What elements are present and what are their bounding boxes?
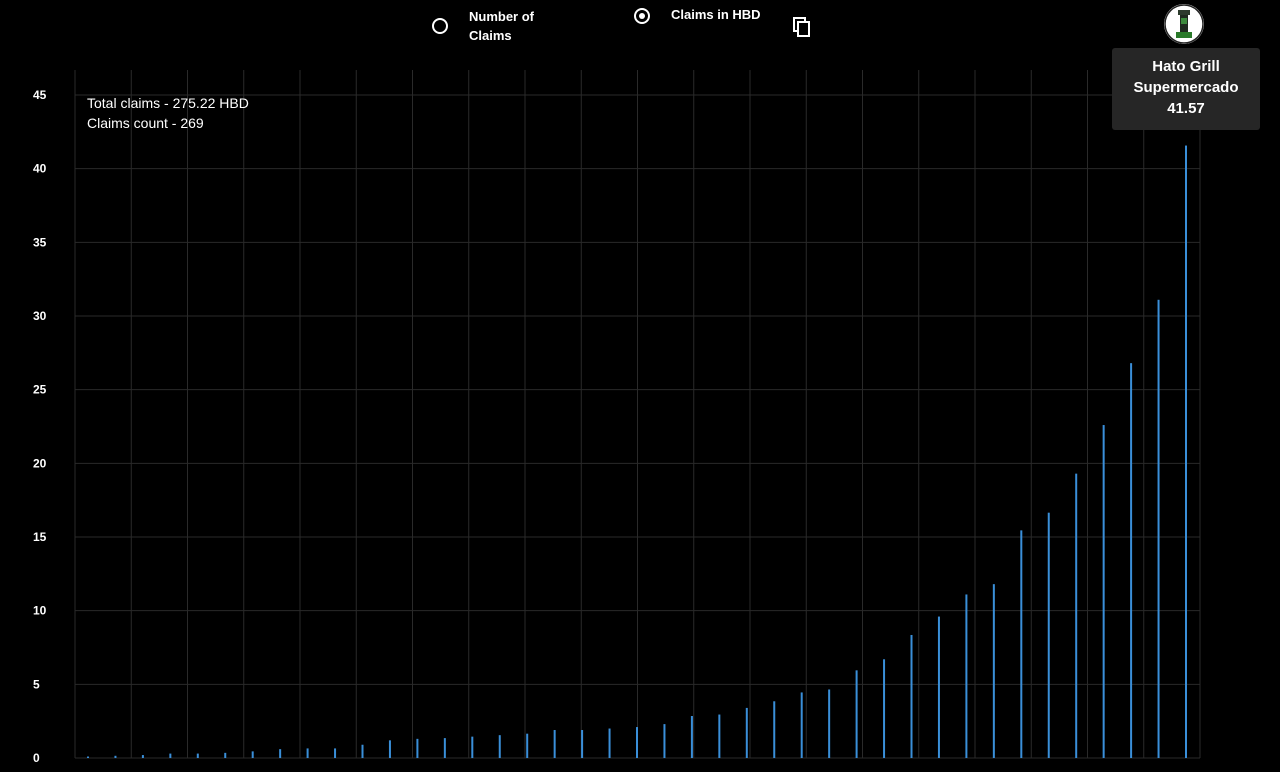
bar[interactable]: [718, 714, 721, 758]
y-tick-label: 25: [33, 383, 47, 397]
bar[interactable]: [581, 730, 584, 758]
bar[interactable]: [224, 752, 227, 758]
bar[interactable]: [636, 727, 638, 758]
bar[interactable]: [279, 749, 282, 758]
number-of-claims-option[interactable]: Number of Claims: [432, 7, 549, 45]
tooltip-value: 41.57: [1167, 100, 1205, 117]
tooltip-name: Hato Grill Supermercado: [1133, 58, 1239, 96]
bar[interactable]: [416, 738, 419, 758]
y-tick-label: 0: [33, 751, 40, 765]
bar[interactable]: [965, 594, 968, 758]
number-of-claims-radio[interactable]: [432, 18, 448, 34]
number-of-claims-label: Number of Claims: [469, 9, 534, 43]
bar[interactable]: [1047, 512, 1050, 758]
total-claims-text: Total claims - 275.22 HBD: [87, 95, 249, 111]
bar[interactable]: [169, 753, 172, 758]
claims-count-text: Claims count - 269: [87, 115, 204, 131]
y-tick-label: 35: [33, 235, 47, 249]
y-tick-label: 5: [33, 677, 40, 691]
bar[interactable]: [1075, 473, 1078, 758]
bar[interactable]: [388, 740, 391, 758]
bar[interactable]: [471, 736, 474, 758]
bar[interactable]: [361, 744, 364, 758]
bar[interactable]: [608, 728, 611, 758]
bar[interactable]: [745, 707, 748, 758]
copy-button[interactable]: [792, 16, 812, 38]
bar[interactable]: [196, 753, 199, 758]
copy-icon: [793, 17, 810, 37]
y-tick-label: 20: [33, 456, 47, 470]
bar[interactable]: [937, 616, 940, 758]
bar[interactable]: [690, 716, 693, 758]
bar[interactable]: [1185, 145, 1187, 759]
bar[interactable]: [1157, 299, 1160, 758]
bar-tooltip: Hato Grill Supermercado 41.57: [1112, 48, 1260, 130]
y-tick-label: 30: [33, 309, 47, 323]
bar[interactable]: [1020, 530, 1023, 758]
bar[interactable]: [828, 689, 831, 758]
bar[interactable]: [855, 670, 858, 758]
toolbar: Number of Claims Claims in HBD: [0, 0, 1280, 60]
y-tick-label: 15: [33, 530, 47, 544]
bar[interactable]: [773, 701, 776, 758]
bar[interactable]: [443, 738, 446, 758]
bar[interactable]: [910, 634, 913, 758]
bar[interactable]: [553, 730, 556, 758]
bar[interactable]: [498, 735, 501, 758]
bar[interactable]: [526, 733, 529, 758]
bar[interactable]: [334, 748, 337, 758]
bar[interactable]: [306, 748, 309, 758]
chart-summary: Total claims - 275.22 HBD Claims count -…: [87, 93, 249, 133]
y-tick-label: 45: [33, 88, 47, 102]
y-tick-label: 10: [33, 604, 47, 618]
bar[interactable]: [251, 751, 254, 758]
bar[interactable]: [883, 659, 886, 758]
bar[interactable]: [141, 755, 144, 758]
claims-in-hbd-option[interactable]: Claims in HBD: [634, 7, 781, 24]
bar[interactable]: [992, 584, 995, 758]
bar[interactable]: [800, 692, 803, 758]
bar[interactable]: [1102, 425, 1105, 758]
bar[interactable]: [87, 756, 89, 758]
claims-in-hbd-radio[interactable]: [634, 7, 650, 24]
bar[interactable]: [663, 724, 666, 758]
bar[interactable]: [1130, 363, 1133, 758]
avatar-image: [1164, 4, 1204, 44]
page: 0 5 10 15 20 25 30 35 40 45 Number of Claims Clai…: [0, 0, 1280, 772]
bar[interactable]: [114, 755, 117, 758]
y-tick-label: 40: [33, 162, 47, 176]
avatar[interactable]: [1164, 4, 1204, 44]
claims-in-hbd-label: Claims in HBD: [671, 7, 761, 22]
